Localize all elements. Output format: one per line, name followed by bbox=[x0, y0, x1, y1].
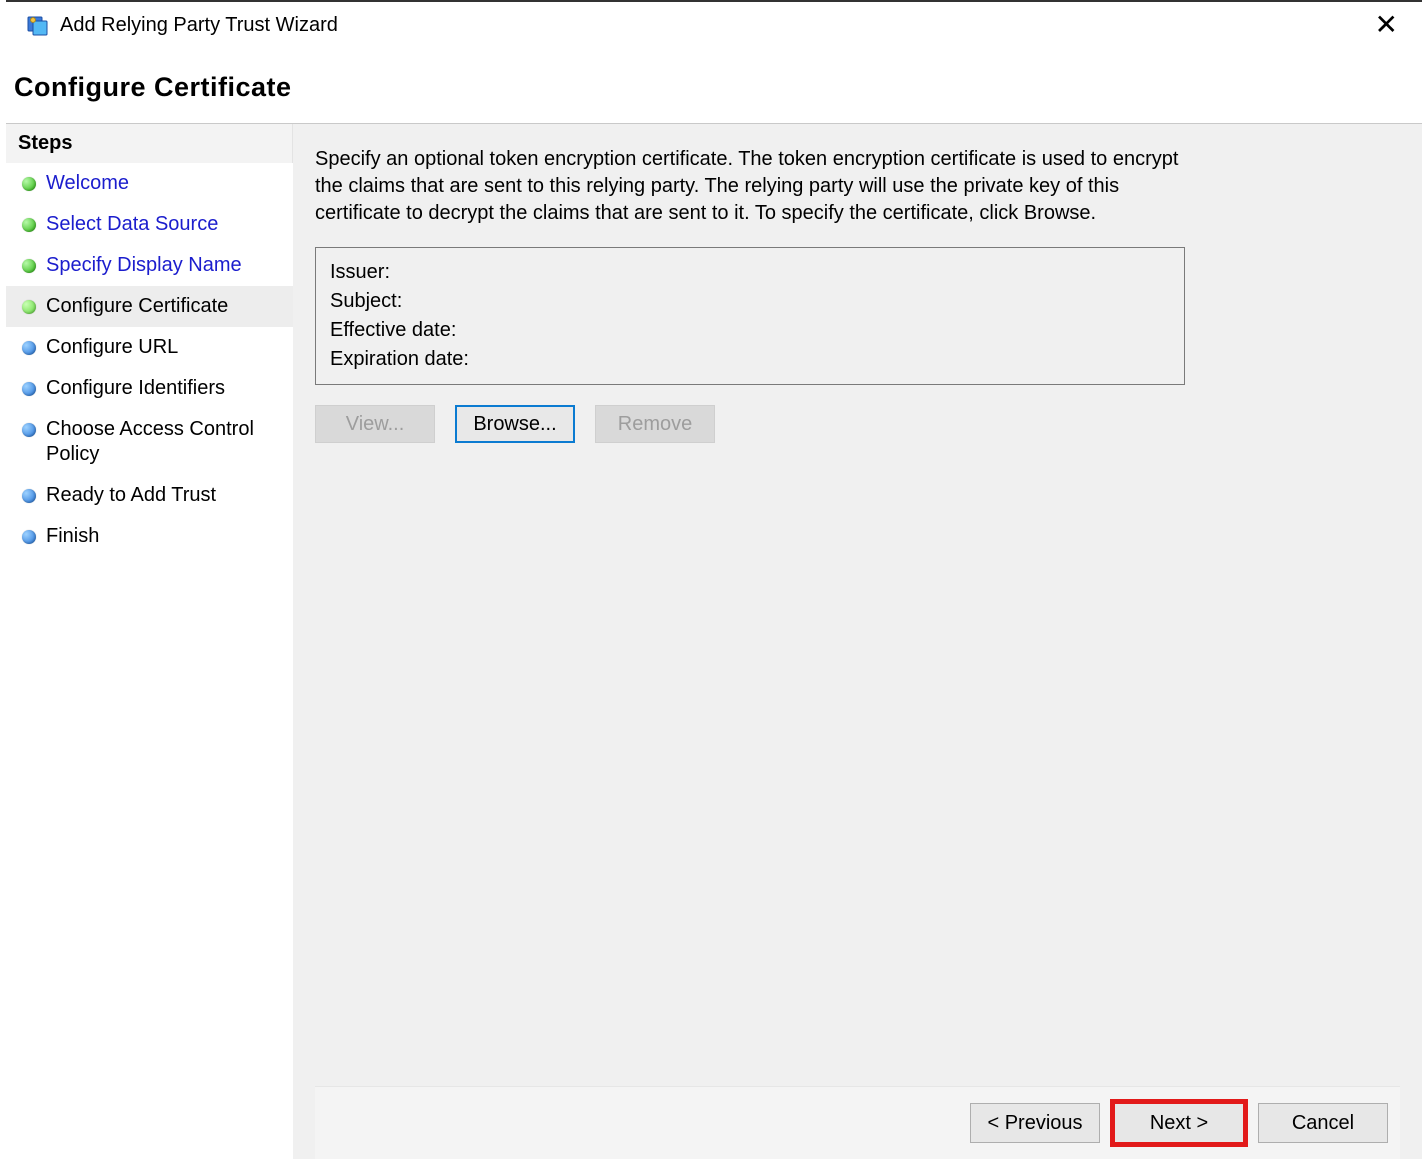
step-ready-to-add-trust[interactable]: Ready to Add Trust bbox=[6, 475, 293, 516]
browse-button[interactable]: Browse... bbox=[455, 405, 575, 443]
step-bullet-icon bbox=[22, 382, 36, 396]
step-label[interactable]: Specify Display Name bbox=[46, 253, 242, 278]
step-label: Configure Certificate bbox=[46, 294, 228, 319]
step-configure-url[interactable]: Configure URL bbox=[6, 327, 293, 368]
close-icon[interactable]: ✕ bbox=[1369, 11, 1404, 39]
step-bullet-icon bbox=[22, 341, 36, 355]
step-label[interactable]: Welcome bbox=[46, 171, 129, 196]
step-finish[interactable]: Finish bbox=[6, 516, 293, 557]
steps-sidebar: Steps Welcome Select Data Source Specify… bbox=[6, 124, 293, 1159]
step-label: Configure Identifiers bbox=[46, 376, 225, 401]
step-configure-identifiers[interactable]: Configure Identifiers bbox=[6, 368, 293, 409]
cert-expiration-row: Expiration date: bbox=[330, 345, 1170, 374]
cert-expiration-label: Expiration date: bbox=[330, 348, 469, 371]
step-label: Ready to Add Trust bbox=[46, 483, 216, 508]
step-label: Choose Access Control Policy bbox=[46, 417, 276, 467]
step-configure-certificate[interactable]: Configure Certificate bbox=[6, 286, 293, 327]
step-welcome[interactable]: Welcome bbox=[6, 163, 293, 204]
certificate-buttons: View... Browse... Remove bbox=[315, 405, 1400, 443]
app-icon bbox=[24, 11, 52, 39]
cert-subject-label: Subject: bbox=[330, 290, 402, 313]
step-bullet-icon bbox=[22, 259, 36, 273]
wizard-footer: < Previous Next > Cancel bbox=[315, 1086, 1400, 1159]
step-bullet-icon bbox=[22, 489, 36, 503]
instruction-text: Specify an optional token encryption cer… bbox=[315, 146, 1195, 227]
view-button: View... bbox=[315, 405, 435, 443]
step-label: Finish bbox=[46, 524, 99, 549]
cert-issuer-label: Issuer: bbox=[330, 261, 390, 284]
certificate-details: Issuer: Subject: Effective date: Expirat… bbox=[315, 247, 1185, 385]
steps-header: Steps bbox=[6, 124, 293, 163]
step-bullet-icon bbox=[22, 218, 36, 232]
steps-list: Welcome Select Data Source Specify Displ… bbox=[6, 163, 293, 557]
titlebar: Add Relying Party Trust Wizard ✕ bbox=[6, 0, 1422, 48]
step-bullet-icon bbox=[22, 300, 36, 314]
cert-issuer-row: Issuer: bbox=[330, 258, 1170, 287]
window-title: Add Relying Party Trust Wizard bbox=[60, 14, 338, 37]
cert-effective-label: Effective date: bbox=[330, 319, 456, 342]
wizard-body: Steps Welcome Select Data Source Specify… bbox=[6, 123, 1422, 1159]
main-panel: Specify an optional token encryption cer… bbox=[293, 124, 1422, 1159]
cancel-button[interactable]: Cancel bbox=[1258, 1103, 1388, 1143]
previous-button[interactable]: < Previous bbox=[970, 1103, 1100, 1143]
cert-effective-row: Effective date: bbox=[330, 316, 1170, 345]
step-label[interactable]: Select Data Source bbox=[46, 212, 218, 237]
cert-subject-row: Subject: bbox=[330, 287, 1170, 316]
step-specify-display-name[interactable]: Specify Display Name bbox=[6, 245, 293, 286]
page-heading: Configure Certificate bbox=[0, 48, 1428, 123]
step-bullet-icon bbox=[22, 177, 36, 191]
step-label: Configure URL bbox=[46, 335, 178, 360]
step-bullet-icon bbox=[22, 423, 36, 437]
step-choose-access-control-policy[interactable]: Choose Access Control Policy bbox=[6, 409, 293, 475]
step-select-data-source[interactable]: Select Data Source bbox=[6, 204, 293, 245]
remove-button: Remove bbox=[595, 405, 715, 443]
next-button[interactable]: Next > bbox=[1114, 1103, 1244, 1143]
step-bullet-icon bbox=[22, 530, 36, 544]
